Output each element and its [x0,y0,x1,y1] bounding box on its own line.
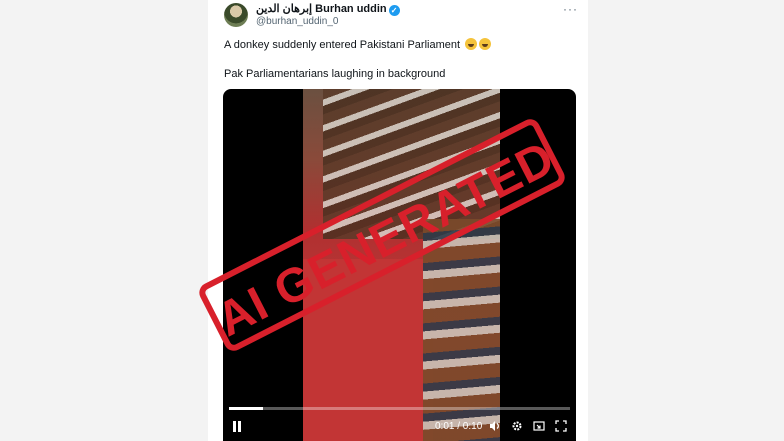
progress-fill [229,407,264,410]
post-text-line2: Pak Parliamentarians laughing in backgro… [224,68,446,80]
post-text-line1: A donkey suddenly entered Pakistani Parl… [224,38,492,51]
progress-bar[interactable] [229,407,570,410]
settings-icon[interactable] [511,420,523,432]
avatar[interactable] [224,3,248,27]
pause-icon[interactable] [232,421,242,432]
video-controls: 0:01 / 0:10 [223,402,576,441]
pip-icon[interactable] [533,420,545,432]
author-name-text[interactable]: إبرهان الدين Burhan uddin [256,3,387,15]
fullscreen-icon[interactable] [555,420,567,432]
laughing-emoji-icon [479,38,492,50]
author-name[interactable]: إبرهان الدين Burhan uddin ✓ [256,2,400,16]
post-text-line1-content: A donkey suddenly entered Pakistani Parl… [224,39,461,51]
time-readout: 0:01 / 0:10 [435,421,483,432]
author-handle[interactable]: @burhan_uddin_0 [256,16,338,27]
more-options-icon[interactable]: ··· [563,2,578,16]
volume-icon[interactable] [489,420,501,432]
laughing-emoji-icon [465,38,478,50]
verified-badge-icon: ✓ [388,5,400,16]
